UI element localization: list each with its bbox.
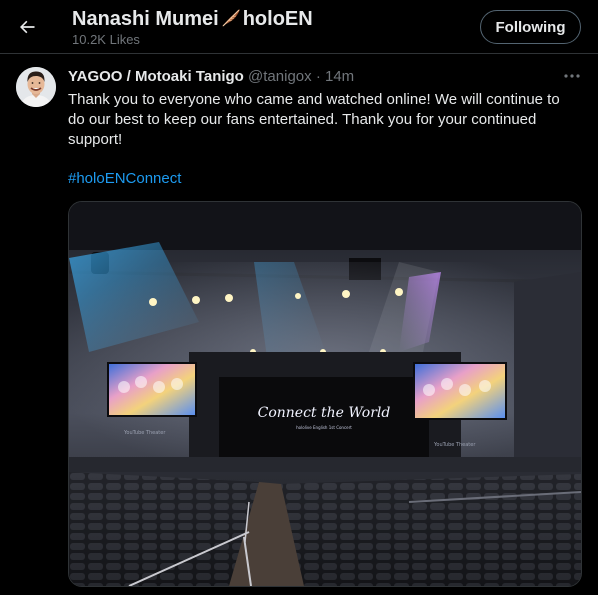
stage-logo: Connect the World — [258, 405, 391, 421]
profile-header: Nanashi Mumei holoEN 10.2K Likes Followi… — [0, 0, 598, 54]
separator-dot: · — [315, 68, 321, 85]
youtube-theater-sign-left: YouTube Theater — [123, 430, 166, 436]
tweet-header: YAGOO / Motoaki Tanigo @tanigox · 14m — [68, 67, 354, 87]
author-name[interactable]: YAGOO / Motoaki Tanigo — [68, 68, 244, 85]
author-handle[interactable]: @tanigox — [248, 68, 312, 85]
hashtag-link[interactable]: #holoENConnect — [68, 169, 181, 189]
tweet-time[interactable]: 14m — [325, 68, 354, 85]
tweet-photo[interactable]: Connect the World hololive English 1st C… — [68, 201, 582, 587]
following-button[interactable]: Following — [480, 10, 581, 44]
arrow-left-icon — [20, 20, 35, 34]
concert-hall-image: Connect the World hololive English 1st C… — [69, 202, 581, 586]
profile-name-suffix: holoEN — [242, 8, 313, 30]
more-dots-icon — [564, 74, 580, 78]
avatar[interactable] — [16, 67, 56, 107]
page-title: Nanashi Mumei holoEN — [72, 7, 313, 34]
profile-name: Nanashi Mumei — [72, 8, 219, 30]
stage-logo-subtitle: hololive English 1st Concert — [296, 425, 352, 430]
youtube-theater-sign-right: YouTube Theater — [433, 442, 476, 448]
tweet-text: Thank you to everyone who came and watch… — [68, 91, 560, 148]
more-options-button[interactable] — [560, 66, 584, 86]
likes-count: 10.2K Likes — [72, 32, 140, 47]
feather-emoji-icon — [220, 8, 242, 34]
back-button[interactable] — [10, 10, 44, 44]
